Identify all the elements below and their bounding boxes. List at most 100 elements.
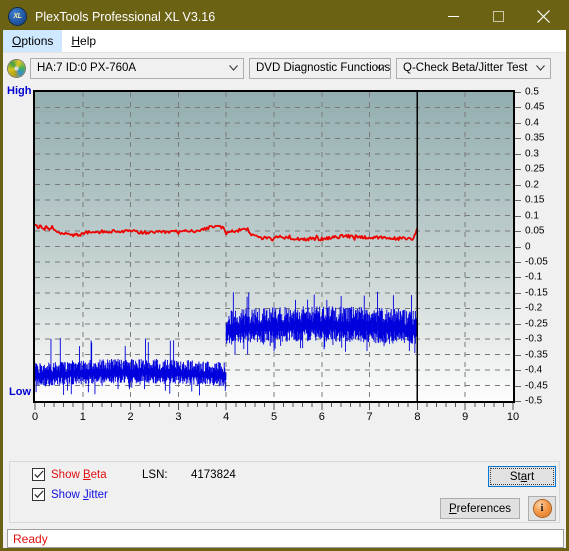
axis-label-low: Low [9,386,31,398]
x-axis: 0 1 2 3 4 5 6 7 8 9 10 [31,403,519,433]
y-axis-tick-label: -0.2 [525,302,543,314]
lsn-value: 4173824 [191,469,236,481]
test-select-value: Q-Check Beta/Jitter Test [403,62,528,74]
y-axis-tick-mark [515,323,521,325]
y-axis-tick-label: 0.25 [525,163,545,175]
chart-panel: High Low 0 1 2 3 4 5 6 7 8 9 10 0.5 0.45 0.4 0.35 0.3 0… [3,81,566,447]
test-select[interactable]: Q-Check Beta/Jitter Test [396,57,551,79]
status-text: Ready [13,531,48,546]
plot-data-series [35,92,419,401]
y-axis-tick-mark [515,308,521,310]
x-axis-tick-label: 10 [506,411,520,423]
y-axis-tick-mark [515,169,521,171]
prefs-label-post: references [456,502,511,515]
start-button-label: Start [510,471,534,483]
start-button[interactable]: Start [488,466,556,487]
minimize-icon[interactable] [431,3,476,30]
y-axis-tick-mark [515,231,521,233]
x-axis-tick-label: 2 [127,411,134,423]
x-axis-tick-label: 8 [414,411,421,423]
y-axis-tick-mark [515,401,521,402]
y-axis-tick-mark [515,92,521,93]
y-axis-tick-mark [515,122,521,124]
show-jitter-checkbox[interactable] [32,488,45,501]
app-icon: XL [9,8,26,25]
y-axis-tick-label: -0.45 [525,380,548,392]
y-axis-tick-label: 0.35 [525,132,545,144]
y-axis-tick-label: 0.3 [525,148,539,160]
show-jitter-label-post: itter [88,488,108,501]
y-axis-tick-mark [515,153,521,155]
y-axis-tick-mark [515,354,521,356]
title-bar: XL PlexTools Professional XL V3.16 [3,3,566,30]
menu-item-options[interactable]: Options [3,30,63,52]
show-jitter-label-pre: Show [51,488,83,501]
y-axis-tick-label: 0.45 [525,101,545,113]
y-axis-tick-label: 0.05 [525,225,545,237]
x-axis-tick-label: 0 [31,411,39,423]
y-axis-tick-label: 0.1 [525,210,539,222]
x-axis-tick-label: 5 [270,411,278,423]
x-axis-tick-label: 9 [462,411,469,423]
y-axis: 0.5 0.45 0.4 0.35 0.3 0.25 0.2 0.15 0.1 0.05 0 -0.0… [515,86,566,407]
window-controls [431,3,566,30]
window-title: PlexTools Professional XL V3.16 [35,9,216,24]
show-beta-label-pre: Show [51,468,83,481]
beta-jitter-plot [33,90,515,403]
function-select[interactable]: DVD Diagnostic Functions [249,57,391,79]
y-axis-tick-label: -0.4 [525,364,543,376]
chevron-down-icon [376,62,385,74]
menu-item-options-label: ptions [21,34,54,48]
close-icon[interactable] [521,3,566,30]
show-beta-label: Show Beta [51,469,107,481]
x-axis-tick-label: 1 [79,411,86,423]
info-button[interactable]: i [528,496,556,521]
chevron-down-icon [229,62,238,74]
x-axis-tick-label: 7 [366,411,373,423]
start-label-pre: St [509,470,521,483]
y-axis-tick-label: 0.2 [525,179,539,191]
y-axis-tick-label: -0.1 [525,271,543,283]
controls-group: Show Beta Show Jitter LSN: 4173824 Start… [9,461,560,523]
y-axis-tick-mark [515,215,521,217]
y-axis-tick-mark [515,277,521,279]
preferences-button[interactable]: Preferences [440,498,520,519]
x-axis-tick-label: 3 [175,411,182,423]
toolbar: HA:7 ID:0 PX-760A DVD Diagnostic Functio… [3,53,566,81]
preferences-button-label: Preferences [449,503,511,515]
prefs-label-accel: P [448,502,457,515]
y-axis-tick-label: 0 [525,241,531,252]
y-axis-tick-mark [515,292,521,294]
info-icon: i [533,500,551,517]
y-axis-tick-label: 0.4 [525,117,539,129]
y-axis-tick-mark [515,200,521,202]
y-axis-tick-mark [515,107,521,109]
y-axis-tick-mark [515,370,521,372]
x-axis-tick-label: 6 [318,411,325,423]
y-axis-tick-label: -0.3 [525,333,543,345]
drive-select[interactable]: HA:7 ID:0 PX-760A [30,57,244,79]
y-axis-tick-label: -0.05 [525,256,548,268]
y-axis-tick-mark [515,184,521,186]
lsn-label: LSN: [142,469,168,481]
y-axis-tick-mark [515,261,521,263]
axis-label-high: High [7,85,32,97]
y-axis-tick-mark [515,246,521,248]
y-axis-tick-mark [515,385,521,387]
show-jitter-row[interactable]: Show Jitter [32,488,108,501]
drive-select-value: HA:7 ID:0 PX-760A [37,62,137,74]
show-beta-checkbox[interactable] [32,468,45,481]
maximize-icon[interactable] [476,3,521,30]
y-axis-tick-label: -0.35 [525,349,548,361]
app-icon-label: XL [13,13,22,20]
status-bar: Ready [7,529,564,548]
y-axis-tick-label: 0.5 [525,86,539,98]
menu-item-help[interactable]: Help [62,30,105,52]
function-select-value: DVD Diagnostic Functions [256,62,391,74]
show-beta-label-accel: B [82,468,91,481]
y-axis-tick-label: -0.15 [525,287,548,299]
info-icon-glyph: i [540,502,544,514]
show-beta-row[interactable]: Show Beta [32,468,107,481]
y-axis-tick-mark [515,339,521,341]
chevron-down-icon [536,62,545,74]
